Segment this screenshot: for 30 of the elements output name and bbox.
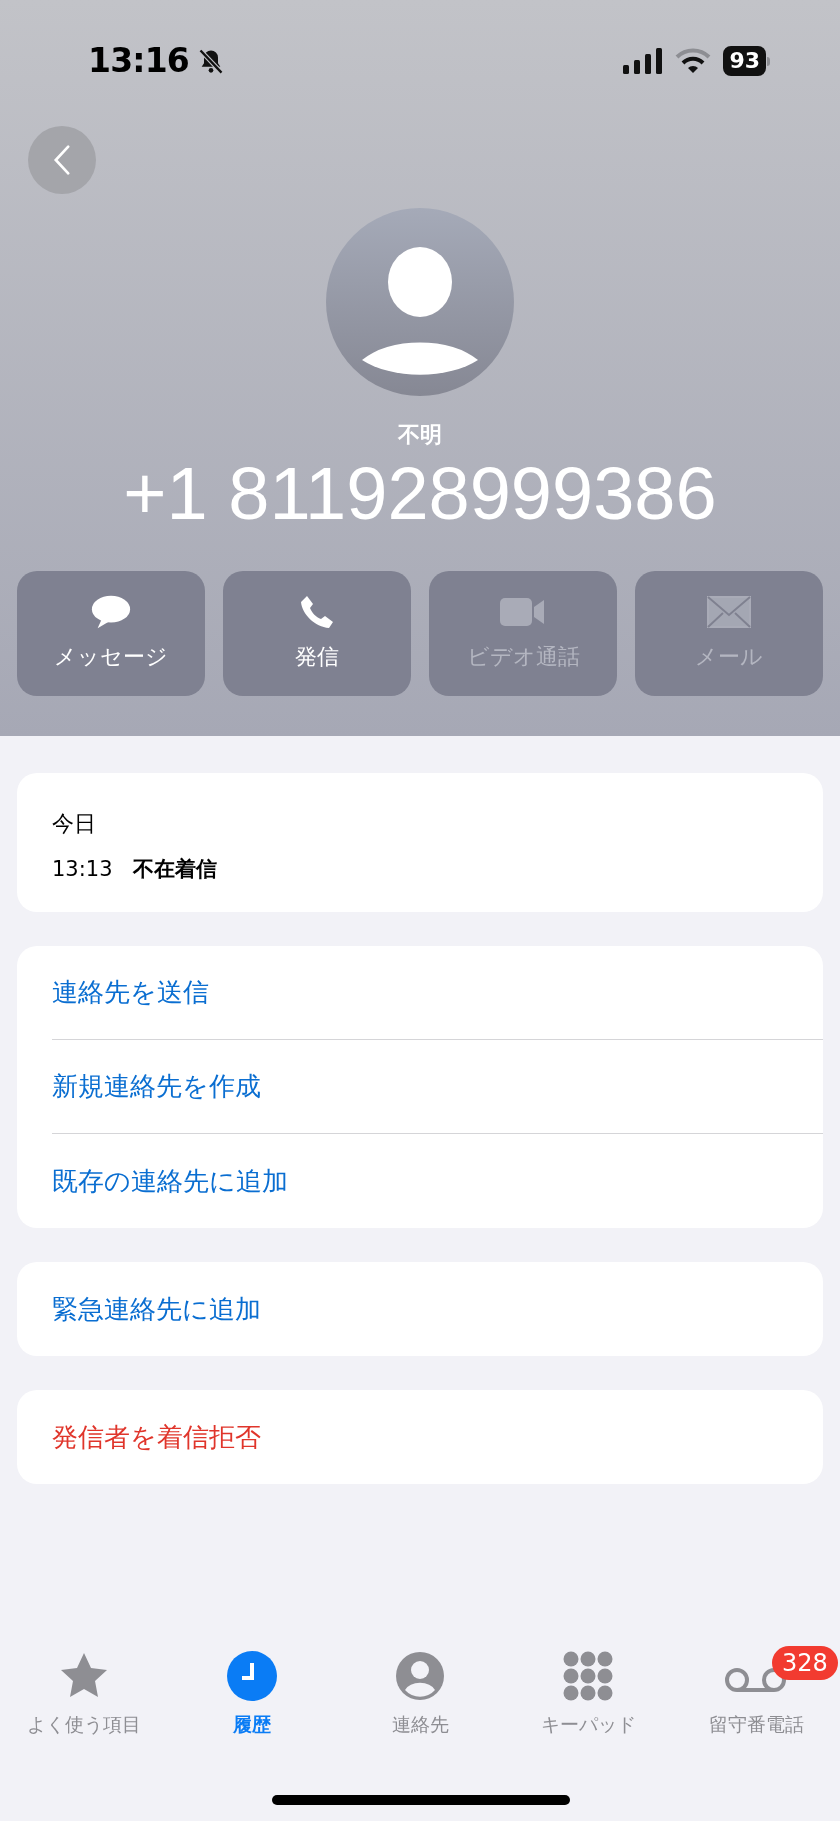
menu-option[interactable]: 緊急連絡先に追加: [52, 1262, 823, 1356]
call-time: 13:13: [52, 856, 113, 883]
badge-count: 328: [772, 1646, 838, 1680]
battery-cap: [767, 56, 770, 66]
person-circle-icon: [394, 1650, 446, 1702]
phone-number: +1 811928999386: [123, 457, 717, 531]
battery-level: 93: [723, 46, 766, 76]
tab-item[interactable]: よく使う項目: [0, 1650, 168, 1739]
phone-icon: [299, 594, 335, 630]
speech-bubble-icon: [90, 594, 132, 630]
menu-option[interactable]: 既存の連絡先に追加: [52, 1134, 823, 1228]
call-button[interactable]: 発信: [223, 571, 411, 696]
status-time: 13:16: [88, 40, 189, 83]
menu-option[interactable]: 新規連絡先を作成: [52, 1040, 823, 1134]
keypad-icon: [562, 1650, 614, 1702]
tab-item[interactable]: キーパッド: [504, 1650, 672, 1739]
history-date: 今日: [52, 810, 97, 838]
call-type: 不在着信: [132, 856, 217, 883]
contact-label: 不明: [398, 421, 442, 449]
signal-icon: [623, 48, 664, 74]
avatar-icon: [326, 208, 514, 396]
menu-option[interactable]: 連絡先を送信: [52, 946, 823, 1040]
clock-icon: [226, 1650, 278, 1702]
wifi-icon: [675, 48, 712, 74]
message-button[interactable]: メッセージ: [17, 571, 205, 696]
envelope-icon: [707, 594, 751, 630]
tab-item[interactable]: 履歴: [168, 1650, 336, 1739]
tab-item[interactable]: 連絡先: [336, 1650, 504, 1739]
menu-option[interactable]: 発信者を着信拒否: [52, 1390, 823, 1484]
chevron-left-icon: [53, 144, 71, 176]
